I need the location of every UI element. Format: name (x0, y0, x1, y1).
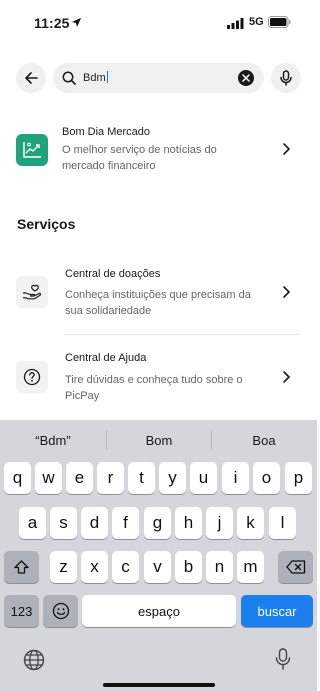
shift-key[interactable] (4, 551, 39, 583)
suggestion-item[interactable]: “Bdm” (20, 433, 86, 448)
microphone-icon (275, 648, 291, 670)
shift-icon (14, 560, 29, 574)
key-w[interactable]: w (35, 462, 62, 494)
key-n[interactable]: n (206, 551, 233, 583)
key-t[interactable]: t (128, 462, 155, 494)
voice-search-button[interactable] (271, 63, 301, 93)
key-p[interactable]: p (285, 462, 312, 494)
key-l[interactable]: l (269, 507, 296, 539)
numbers-key[interactable]: 123 (4, 595, 39, 627)
service-description: Tire dúvidas e conheça tudo sobre o PicP… (65, 374, 243, 402)
key-d[interactable]: d (81, 507, 108, 539)
arrow-left-icon (25, 72, 38, 84)
status-bar: 11:25 5G (0, 0, 317, 46)
battery-icon (268, 16, 291, 28)
result-item-bom-dia-mercado[interactable]: Bom Dia Mercado O melhor serviço de notí… (0, 120, 317, 180)
suggestion-separator (211, 430, 212, 450)
location-arrow-icon (71, 17, 82, 28)
result-icon-tile (16, 134, 48, 166)
service-icon-tile (16, 276, 48, 308)
suggestion-separator (106, 430, 107, 450)
key-c[interactable]: c (112, 551, 139, 583)
chevron-right-icon (283, 371, 290, 383)
service-description: Conheça instituições que precisam da sua… (65, 289, 251, 317)
dictation-button[interactable] (271, 646, 295, 672)
search-icon (62, 71, 76, 85)
space-key[interactable]: espaço (82, 595, 236, 627)
key-s[interactable]: s (50, 507, 77, 539)
search-input[interactable]: Bdm (53, 63, 264, 93)
close-icon (242, 74, 250, 82)
network-type: 5G (249, 16, 264, 28)
backspace-icon (285, 560, 305, 574)
signal-icon (227, 18, 244, 29)
key-r[interactable]: r (97, 462, 124, 494)
key-a[interactable]: a (19, 507, 46, 539)
key-x[interactable]: x (81, 551, 108, 583)
back-button[interactable] (16, 63, 46, 93)
key-v[interactable]: v (144, 551, 171, 583)
key-k[interactable]: k (237, 507, 264, 539)
result-title: Bom Dia Mercado (62, 126, 151, 138)
key-y[interactable]: y (159, 462, 186, 494)
text-caret (106, 71, 109, 83)
donation-icon (23, 284, 42, 300)
key-u[interactable]: u (190, 462, 217, 494)
microphone-icon (280, 70, 292, 86)
suggestion-item[interactable]: Boa (231, 433, 297, 448)
key-b[interactable]: b (175, 551, 202, 583)
search-value[interactable]: Bdm (83, 71, 109, 84)
key-z[interactable]: z (50, 551, 77, 583)
key-i[interactable]: i (222, 462, 249, 494)
chart-icon (23, 142, 41, 158)
key-g[interactable]: g (144, 507, 171, 539)
service-title: Central de doações (65, 268, 161, 280)
globe-icon (23, 649, 45, 671)
keyboard-suggestions: “Bdm” Bom Boa (0, 420, 317, 460)
key-h[interactable]: h (175, 507, 202, 539)
key-e[interactable]: e (66, 462, 93, 494)
globe-button[interactable] (22, 648, 46, 672)
emoji-key[interactable] (43, 595, 78, 627)
service-icon-tile (16, 361, 48, 393)
key-m[interactable]: m (237, 551, 264, 583)
help-icon (23, 368, 41, 386)
service-title: Central de Ajuda (65, 352, 147, 364)
search-action-key[interactable]: buscar (241, 595, 313, 627)
chevron-right-icon (283, 286, 290, 298)
clear-search-button[interactable] (238, 70, 254, 86)
chevron-right-icon (283, 143, 290, 155)
keyboard: “Bdm” Bom Boa q w e r t y u i o p a s d … (0, 420, 317, 691)
delete-key[interactable] (278, 551, 313, 583)
service-item-central-de-ajuda[interactable]: Central de Ajuda Tire dúvidas e conheça … (0, 346, 317, 408)
key-j[interactable]: j (206, 507, 233, 539)
status-time: 11:25 (34, 15, 70, 31)
home-indicator (103, 683, 215, 687)
suggestion-item[interactable]: Bom (126, 433, 192, 448)
service-item-central-de-doacoes[interactable]: Central de doações Conheça instituições … (0, 262, 317, 324)
key-f[interactable]: f (112, 507, 139, 539)
result-description: O melhor serviço de notícias do mercado … (62, 144, 217, 172)
list-divider (64, 334, 300, 335)
key-q[interactable]: q (4, 462, 31, 494)
emoji-icon (52, 602, 69, 620)
section-heading-services: Serviços (17, 216, 76, 232)
key-o[interactable]: o (253, 462, 280, 494)
